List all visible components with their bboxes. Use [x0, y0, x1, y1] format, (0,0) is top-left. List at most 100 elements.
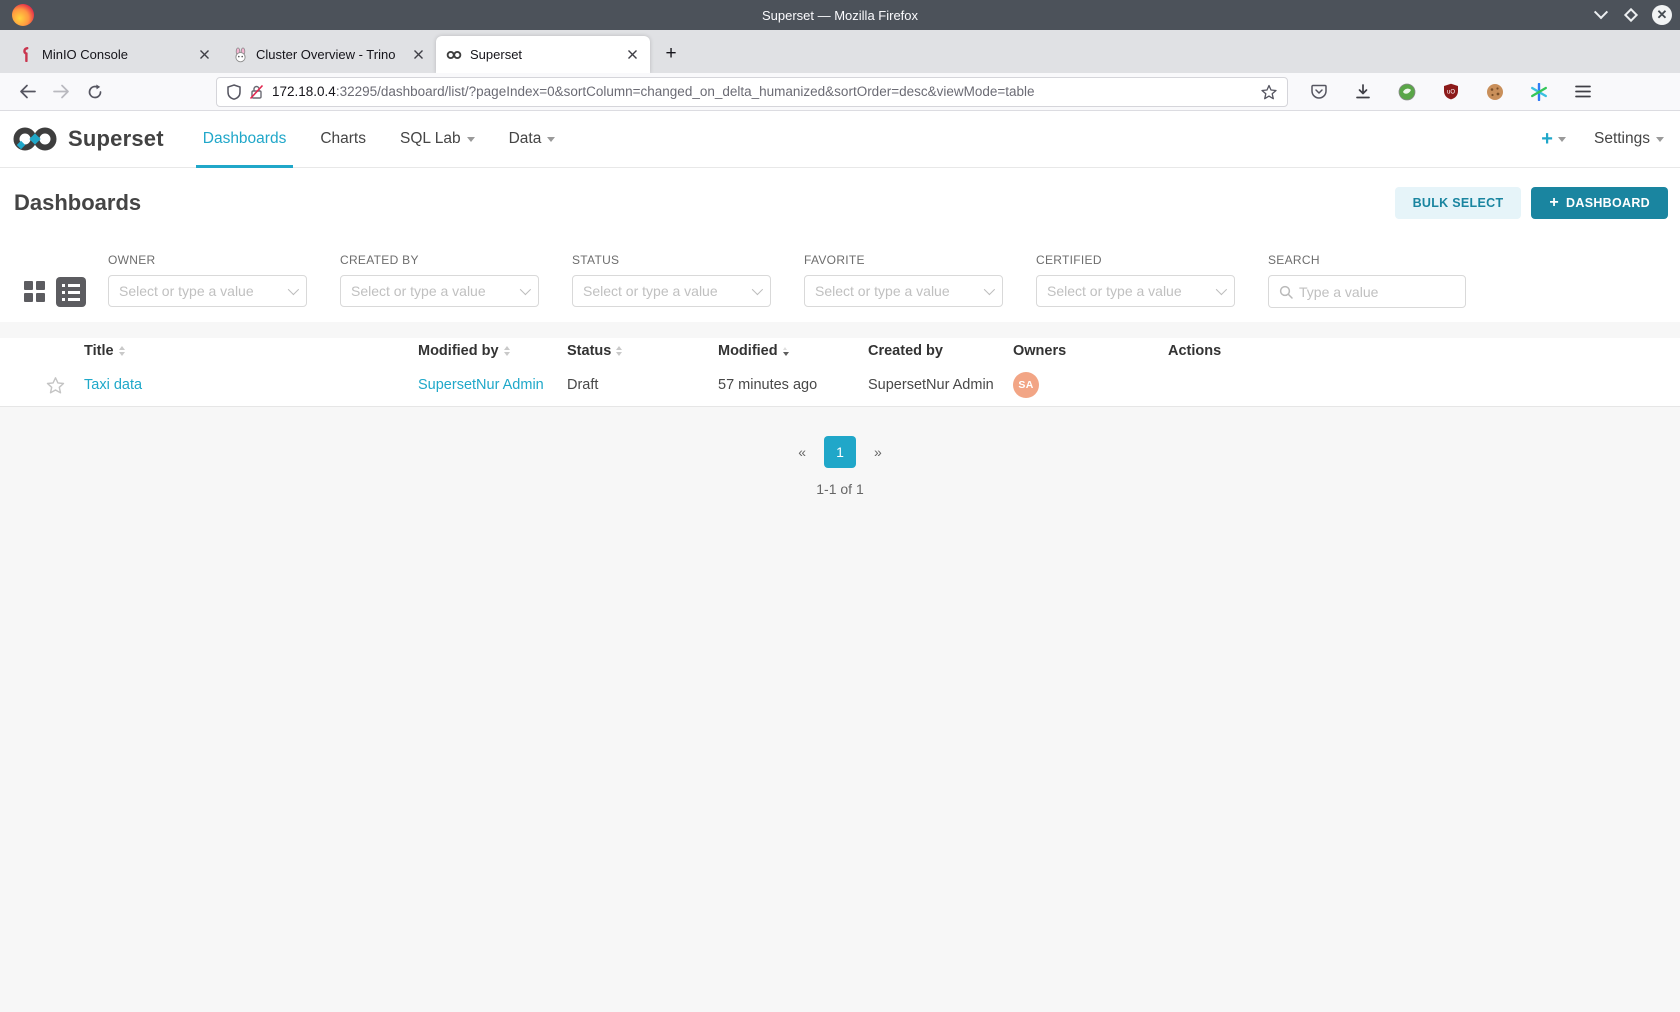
select-placeholder: Select or type a value [119, 283, 288, 299]
created-by-select[interactable]: Select or type a value [340, 275, 539, 307]
menu-hamburger-icon[interactable] [1568, 77, 1598, 107]
browser-tab-strip: MinIO Console Cluster Overview - Trino [0, 30, 1680, 73]
select-placeholder: Select or type a value [815, 283, 984, 299]
forward-icon[interactable] [46, 77, 76, 107]
nav-label: SQL Lab [400, 130, 461, 148]
back-icon[interactable] [12, 77, 42, 107]
extension-green-icon[interactable] [1392, 77, 1422, 107]
tab-close-icon[interactable] [194, 45, 214, 65]
column-header-status[interactable]: Status [567, 343, 718, 359]
plus-icon: + [1541, 129, 1553, 149]
tracking-shield-icon[interactable] [227, 84, 241, 100]
downloads-icon[interactable] [1348, 77, 1378, 107]
tab-close-icon[interactable] [408, 45, 428, 65]
filter-certified: CERTIFIED Select or type a value [1036, 253, 1235, 307]
nav-item-sql-lab[interactable]: SQL Lab [383, 111, 492, 167]
url-bar[interactable]: 172.18.0.4:32295/dashboard/list/?pageInd… [216, 77, 1288, 107]
table-header: Title Modified by Status Modified Create… [0, 338, 1680, 364]
browser-tab-superset[interactable]: Superset [436, 36, 650, 73]
pagination-next-icon[interactable]: » [864, 438, 892, 466]
status-select[interactable]: Select or type a value [572, 275, 771, 307]
pagination-prev-icon[interactable]: « [788, 438, 816, 466]
cookie-icon[interactable] [1480, 77, 1510, 107]
chevron-down-icon [1216, 284, 1227, 295]
filter-created-by: CREATED BY Select or type a value [340, 253, 539, 307]
url-path: :32295/dashboard/list/?pageIndex=0&sortC… [336, 84, 1035, 99]
chevron-down-icon [752, 284, 763, 295]
chevron-down-icon [1656, 137, 1664, 142]
window-minimize-icon[interactable] [1592, 6, 1610, 24]
new-tab-button[interactable]: + [656, 39, 686, 69]
new-item-menu[interactable]: + [1541, 129, 1566, 149]
url-text: 172.18.0.4:32295/dashboard/list/?pageInd… [272, 84, 1253, 99]
dashboard-title-link[interactable]: Taxi data [84, 377, 142, 393]
select-placeholder: Select or type a value [1047, 283, 1216, 299]
reload-icon[interactable] [80, 77, 110, 107]
nav-label: Data [509, 130, 542, 148]
certified-select[interactable]: Select or type a value [1036, 275, 1235, 307]
tab-label: MinIO Console [42, 47, 186, 62]
tab-label: Cluster Overview - Trino [256, 47, 400, 62]
settings-menu[interactable]: Settings [1594, 130, 1664, 148]
nav-item-dashboards[interactable]: Dashboards [186, 111, 304, 167]
nav-item-data[interactable]: Data [492, 111, 573, 167]
bookmark-star-icon[interactable] [1261, 84, 1277, 100]
chevron-down-icon [1558, 137, 1566, 142]
browser-tab-trino[interactable]: Cluster Overview - Trino [222, 36, 436, 73]
column-header-modified-by[interactable]: Modified by [418, 343, 567, 359]
select-placeholder: Select or type a value [351, 283, 520, 299]
extension-asterisk-icon[interactable] [1524, 77, 1554, 107]
superset-icon [446, 47, 462, 63]
sort-icon [119, 346, 125, 356]
favorite-select[interactable]: Select or type a value [804, 275, 1003, 307]
list-footer: « 1 » 1-1 of 1 [0, 407, 1680, 1012]
filter-status: STATUS Select or type a value [572, 253, 771, 307]
sort-desc-icon [783, 347, 789, 356]
new-dashboard-button[interactable]: + DASHBOARD [1531, 187, 1668, 219]
filter-label: OWNER [108, 253, 307, 267]
window-close-icon[interactable]: ✕ [1652, 5, 1672, 25]
superset-brand[interactable]: Superset [12, 111, 164, 167]
filters-bar: OWNER Select or type a value CREATED BY … [0, 231, 1680, 322]
owner-avatar[interactable]: SA [1013, 372, 1039, 398]
toolbar-extensions: uO [1302, 77, 1600, 107]
pocket-icon[interactable] [1304, 77, 1334, 107]
pagination-page-1[interactable]: 1 [824, 436, 856, 468]
pagination-summary: 1-1 of 1 [816, 481, 863, 497]
ublock-shield-icon[interactable]: uO [1436, 77, 1466, 107]
status-value: Draft [567, 377, 598, 393]
modified-by-link[interactable]: SupersetNur Admin [418, 377, 544, 393]
browser-toolbar: 172.18.0.4:32295/dashboard/list/?pageInd… [0, 73, 1680, 111]
column-label: Modified [718, 343, 778, 359]
card-view-toggle-icon[interactable] [24, 281, 46, 303]
modified-value: 57 minutes ago [718, 377, 817, 393]
filter-label: STATUS [572, 253, 771, 267]
favorite-star-icon[interactable] [46, 376, 65, 395]
main-nav: Dashboards Charts SQL Lab Data [186, 111, 573, 167]
bulk-select-button[interactable]: BULK SELECT [1395, 187, 1522, 219]
svg-text:uO: uO [1447, 90, 1455, 96]
window-titlebar: Superset — Mozilla Firefox ✕ [0, 0, 1680, 30]
nav-item-charts[interactable]: Charts [303, 111, 383, 167]
select-placeholder: Select or type a value [583, 283, 752, 299]
search-input[interactable] [1299, 284, 1480, 300]
column-header-created-by[interactable]: Created by [868, 343, 1013, 359]
owner-select[interactable]: Select or type a value [108, 275, 307, 307]
browser-tab-minio[interactable]: MinIO Console [8, 36, 222, 73]
column-label: Actions [1168, 343, 1221, 359]
insecure-lock-icon[interactable] [249, 84, 264, 100]
column-label: Status [567, 343, 611, 359]
plus-icon: + [1549, 195, 1559, 211]
column-header-modified[interactable]: Modified [718, 343, 868, 359]
column-label: Owners [1013, 343, 1066, 359]
window-maximize-icon[interactable] [1622, 6, 1640, 24]
minio-icon [18, 47, 34, 63]
column-header-actions: Actions [1168, 343, 1680, 359]
filter-label: FAVORITE [804, 253, 1003, 267]
tab-close-icon[interactable] [622, 45, 642, 65]
column-header-title[interactable]: Title [84, 343, 418, 359]
sort-icon [504, 346, 510, 356]
sort-icon [616, 346, 622, 356]
created-by-value: SupersetNur Admin [868, 377, 994, 393]
list-view-toggle-icon[interactable] [56, 277, 86, 307]
